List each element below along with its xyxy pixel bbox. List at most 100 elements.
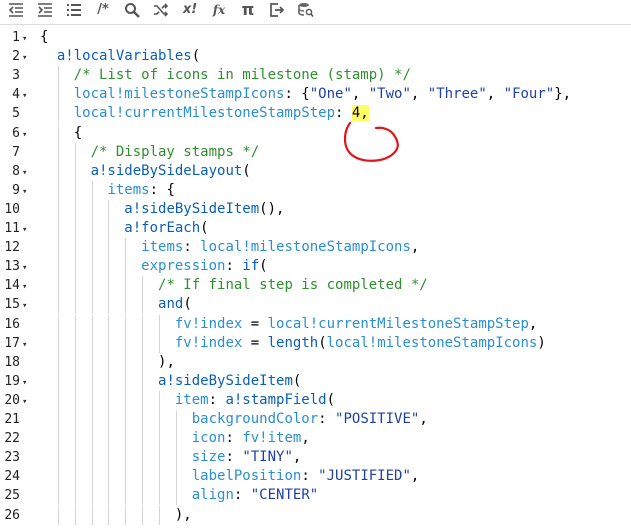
code-line[interactable]: a!forEach( [34, 219, 631, 238]
code-line[interactable]: items: { [34, 181, 631, 200]
line-number: 24 [0, 467, 34, 486]
fold-toggle-icon[interactable]: ▾ [22, 340, 27, 350]
list-format-icon[interactable] [66, 2, 82, 18]
fold-toggle-icon[interactable]: ▾ [22, 168, 27, 178]
fold-toggle-icon[interactable]: ▾ [22, 301, 27, 311]
indent-guide [125, 314, 127, 334]
fold-toggle-icon[interactable]: ▾ [22, 130, 27, 140]
indent-guide [91, 276, 93, 296]
indent-guide [57, 123, 59, 143]
indent-guide [108, 219, 110, 239]
code-token: , [301, 430, 310, 447]
code-line[interactable]: a!sideBySideItem(), [34, 200, 631, 219]
outdent-icon[interactable] [8, 2, 24, 18]
code-token: }, [554, 86, 572, 103]
code-line[interactable]: { [34, 28, 631, 47]
code-line[interactable]: a!sideBySideLayout( [34, 162, 631, 181]
indent-guide [57, 104, 59, 124]
line-number: 4 ▾ [0, 85, 34, 104]
code-line[interactable]: ), [34, 506, 631, 525]
indent-guide [57, 448, 59, 468]
line-number-text: 3 [12, 68, 20, 84]
indent-guide [108, 257, 110, 277]
code-line[interactable]: local!milestoneStampIcons: {"One", "Two"… [34, 85, 631, 104]
code-line[interactable]: a!sideBySideItem( [34, 372, 631, 391]
code-line[interactable]: /* List of icons in milestone (stamp) */ [34, 66, 631, 85]
search-icon[interactable] [124, 2, 140, 18]
fold-toggle-icon[interactable]: ▾ [22, 34, 27, 44]
fold-toggle-icon[interactable]: ▾ [22, 91, 27, 101]
code-token: : [318, 411, 336, 427]
line-number-text: 20 [4, 392, 20, 408]
code-token: a!sideBySideItem [124, 200, 260, 217]
code-token: ( [191, 48, 201, 65]
code-line[interactable]: fv!index = local!currentMilestoneStampSt… [34, 315, 631, 334]
code-token: local!milestoneStampIcons [200, 239, 411, 256]
code-line[interactable]: fv!index = length(local!milestoneStampIc… [34, 334, 631, 353]
code-line[interactable]: ), [34, 353, 631, 372]
code-editor[interactable]: 1 ▾ 2 ▾ 3 4 ▾ 5 6 ▾ 7 8 ▾ 9 ▾ 10 11 ▾ 12 13 ▾ 14 ▾ 15 ▾ 16 17 ▾ 18 19… [0, 24, 631, 529]
indent-guide [57, 486, 59, 506]
fold-toggle-icon[interactable]: ▾ [22, 225, 27, 235]
code-token: "POSITIVE" [335, 411, 420, 427]
indent-guide [57, 199, 59, 219]
code-token: , [419, 411, 428, 427]
indent-guide [142, 467, 144, 487]
shuffle-icon[interactable] [153, 2, 169, 18]
code-line[interactable]: item: a!stampField( [34, 391, 631, 410]
fold-toggle-icon[interactable]: ▾ [22, 53, 27, 63]
fold-toggle-icon[interactable]: ▾ [22, 378, 27, 388]
code-token: icon [191, 430, 226, 447]
code-area[interactable]: {a!localVariables(/* List of icons in mi… [34, 25, 631, 529]
fold-toggle-icon[interactable]: ▾ [22, 282, 27, 292]
indent-guide [91, 314, 93, 334]
code-line[interactable]: { [34, 124, 631, 143]
code-token: local!currentMilestoneStampStep [267, 315, 529, 332]
comment-icon[interactable]: /* [95, 2, 111, 18]
code-line[interactable]: icon: fv!item, [34, 429, 631, 448]
indent-guide [91, 257, 93, 277]
fold-toggle-icon[interactable]: ▾ [22, 397, 27, 407]
indent-guide [142, 352, 144, 372]
code-token: : [225, 430, 243, 447]
indent-guide [74, 467, 76, 487]
line-number: 3 [0, 66, 34, 85]
line-number-text: 5 [12, 106, 20, 122]
code-line[interactable]: local!currentMilestoneStampStep: 4, [34, 104, 631, 123]
pi-icon[interactable]: π [240, 2, 256, 18]
indent-guide [159, 333, 161, 353]
code-line[interactable]: items: local!milestoneStampIcons, [34, 238, 631, 257]
indent-guide [91, 429, 93, 449]
code-line[interactable]: /* If final step is completed */ [34, 276, 631, 295]
indent-guide [125, 467, 127, 487]
code-line[interactable]: labelPosition: "JUSTIFIED", [34, 467, 631, 486]
code-line[interactable]: and( [34, 295, 631, 314]
code-line[interactable]: size: "TINY", [34, 448, 631, 467]
indent-guide [74, 161, 76, 181]
database-search-icon[interactable] [298, 2, 314, 18]
code-line[interactable]: backgroundColor: "POSITIVE", [34, 410, 631, 429]
code-token: items [107, 181, 150, 198]
line-number-text: 16 [4, 316, 20, 332]
line-number-text: 15 [4, 297, 20, 313]
indent-guide [159, 486, 161, 506]
code-line[interactable]: align: "CENTER" [34, 486, 631, 505]
indent-guide [74, 180, 76, 200]
indent-guide [142, 276, 144, 296]
line-number-text: 4 [12, 87, 20, 103]
indent-guide [108, 467, 110, 487]
indent-guide [57, 410, 59, 430]
indent-icon[interactable] [37, 2, 53, 18]
code-token: ( [292, 372, 302, 389]
indent-guide [108, 295, 110, 315]
not-icon[interactable]: x! [182, 2, 198, 18]
fold-toggle-icon[interactable]: ▾ [22, 187, 27, 197]
code-line[interactable]: /* Display stamps */ [34, 143, 631, 162]
fold-toggle-icon[interactable]: ▾ [22, 263, 27, 273]
indent-guide [57, 219, 59, 239]
code-line[interactable]: a!localVariables( [34, 47, 631, 66]
code-line[interactable]: expression: if( [34, 257, 631, 276]
line-number-text: 6 [12, 125, 20, 141]
function-icon[interactable]: fx [211, 2, 227, 18]
export-icon[interactable] [269, 2, 285, 18]
